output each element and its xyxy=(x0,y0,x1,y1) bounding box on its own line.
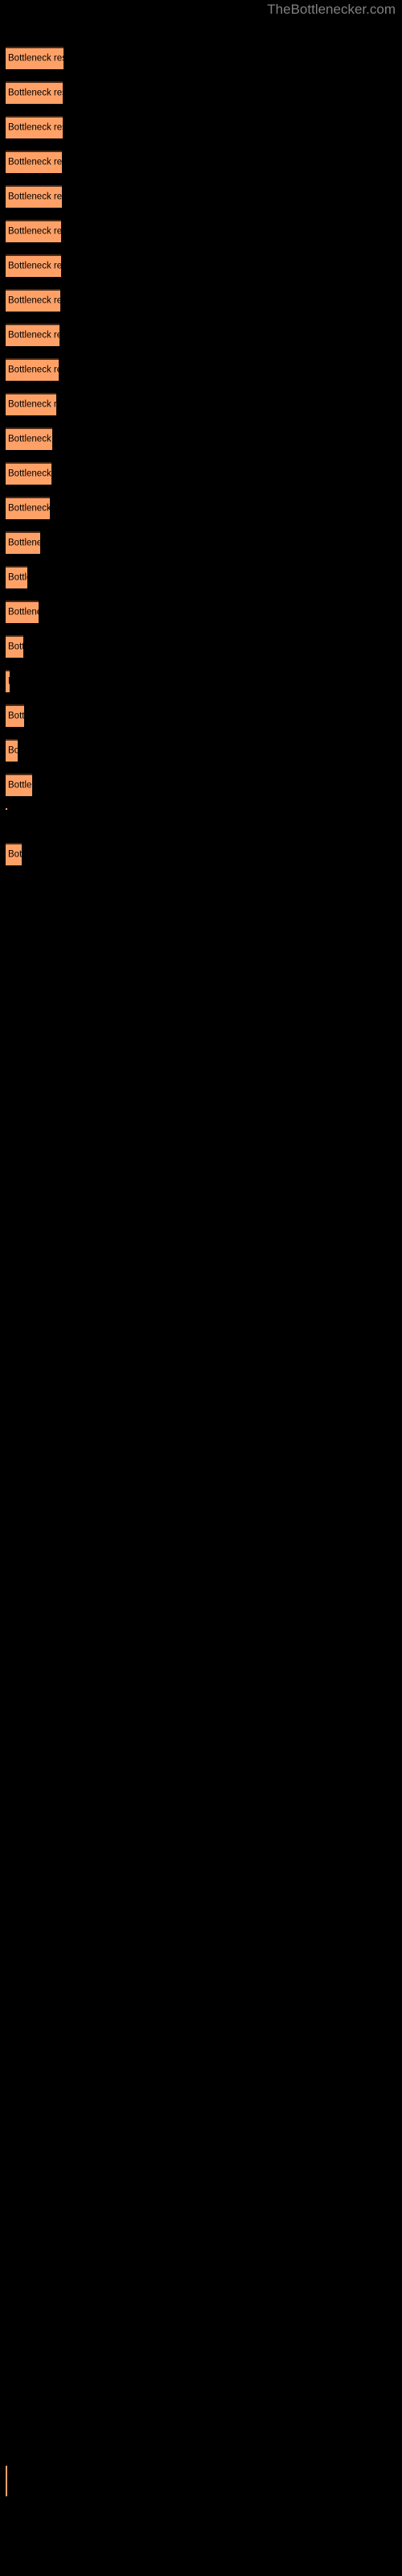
bar-series-layer: Bottleneck result Bottleneck result Bottle… xyxy=(0,0,402,2576)
bar-7: Bottleneck result xyxy=(6,254,61,277)
bar-8: Bottleneck result xyxy=(6,289,60,312)
bar-label-11: Bottleneck result xyxy=(8,399,56,410)
bar-3: Bottleneck result xyxy=(6,116,63,138)
bar-label-18: Bottleneck result xyxy=(8,642,23,652)
bar-22: Bottleneck result xyxy=(6,774,32,796)
bar-12: Bottleneck result xyxy=(6,427,52,450)
bar-label-12: Bottleneck result xyxy=(8,434,52,444)
bar-19: Bottleneck result xyxy=(6,670,10,692)
bar-label-4: Bottleneck result xyxy=(8,157,62,167)
bar-label-24: Bottleneck result xyxy=(8,849,22,860)
bar-16: Bottleneck result xyxy=(6,566,27,588)
bar-14: Bottleneck result xyxy=(6,497,50,519)
bar-13: Bottleneck result xyxy=(6,462,51,485)
bar-label-19: Bottleneck result xyxy=(8,677,10,687)
bar-1: Bottleneck result xyxy=(6,47,64,69)
bar-label-22: Bottleneck result xyxy=(8,780,32,791)
bar-2: Bottleneck result xyxy=(6,81,63,104)
bar-label-16: Bottleneck result xyxy=(8,572,27,583)
bar-18: Bottleneck result xyxy=(6,635,23,658)
bar-11: Bottleneck result xyxy=(6,393,56,415)
bar-10: Bottleneck result xyxy=(6,358,59,381)
bar-23 xyxy=(6,808,7,810)
bar-label-15: Bottleneck result xyxy=(8,538,40,548)
bar-label-21: Bottleneck result xyxy=(8,745,18,756)
bar-label-6: Bottleneck result xyxy=(8,226,61,237)
bar-label-1: Bottleneck result xyxy=(8,53,64,64)
bar-9: Bottleneck result xyxy=(6,324,59,346)
bar-20: Bottleneck result xyxy=(6,704,24,727)
bar-label-10: Bottleneck result xyxy=(8,365,59,375)
bar-4: Bottleneck result xyxy=(6,151,62,173)
bar-label-7: Bottleneck result xyxy=(8,261,61,271)
bar-label-13: Bottleneck result xyxy=(8,469,51,479)
axis-tick-marker xyxy=(6,2466,7,2496)
bar-24: Bottleneck result xyxy=(6,843,22,865)
bar-21: Bottleneck result xyxy=(6,739,18,762)
bar-label-9: Bottleneck result xyxy=(8,330,59,341)
bar-6: Bottleneck result xyxy=(6,220,61,242)
bar-label-2: Bottleneck result xyxy=(8,88,63,98)
chart-canvas: TheBottlenecker.com Bottleneck resultBot… xyxy=(0,0,402,2576)
bar-label-5: Bottleneck result xyxy=(8,192,62,202)
bar-label-8: Bottleneck result xyxy=(8,295,60,306)
bar-label-17: Bottleneck result xyxy=(8,607,39,617)
bar-17: Bottleneck result xyxy=(6,601,39,623)
bar-label-20: Bottleneck result xyxy=(8,711,24,721)
bar-label-3: Bottleneck result xyxy=(8,122,63,133)
bar-5: Bottleneck result xyxy=(6,185,62,208)
bar-15: Bottleneck result xyxy=(6,531,40,554)
bar-label-14: Bottleneck result xyxy=(8,503,50,514)
